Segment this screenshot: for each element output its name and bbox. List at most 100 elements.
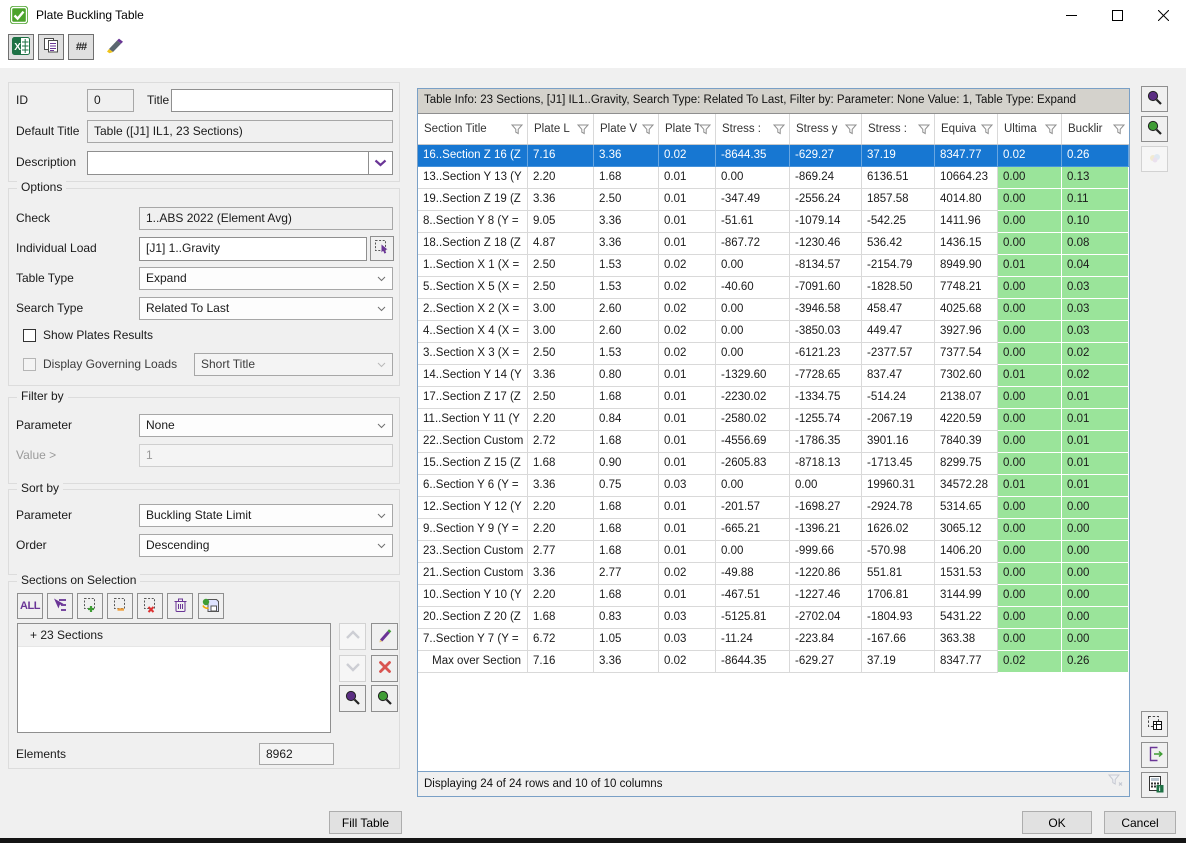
table-cell[interactable]: 22..Section Custom xyxy=(418,431,528,453)
table-cell[interactable]: 1..Section X 1 (X = xyxy=(418,255,528,277)
table-cell[interactable]: 2.20 xyxy=(528,409,594,431)
table-cell[interactable]: 0.00 xyxy=(998,519,1062,541)
table-cell[interactable]: 0.00 xyxy=(998,343,1062,365)
table-row[interactable]: 4..Section X 4 (X =3.002.600.020.00-3850… xyxy=(418,321,1129,343)
table-cell[interactable]: -514.24 xyxy=(862,387,935,409)
description-field[interactable] xyxy=(87,151,369,175)
table-cell[interactable]: 8347.77 xyxy=(935,145,998,167)
table-cell[interactable]: 0.01 xyxy=(659,365,716,387)
table-cell[interactable]: 0.00 xyxy=(998,387,1062,409)
table-cell[interactable]: 18..Section Z 18 (Z xyxy=(418,233,528,255)
table-cell[interactable]: 3927.96 xyxy=(935,321,998,343)
table-cell[interactable]: 37.19 xyxy=(862,651,935,673)
table-cell[interactable]: -1329.60 xyxy=(716,365,790,387)
table-cell[interactable]: -1804.93 xyxy=(862,607,935,629)
table-cell[interactable]: 3..Section X 3 (X = xyxy=(418,343,528,365)
table-cell[interactable]: 837.47 xyxy=(862,365,935,387)
column-header[interactable]: Plate V xyxy=(594,114,659,144)
table-cell[interactable]: -1786.35 xyxy=(790,431,862,453)
table-cell[interactable]: 2.20 xyxy=(528,585,594,607)
table-cell[interactable]: 0.00 xyxy=(998,607,1062,629)
filter-funnel-icon[interactable] xyxy=(642,124,654,135)
table-cell[interactable]: -2605.83 xyxy=(716,453,790,475)
id-field[interactable]: 0 xyxy=(87,89,134,112)
table-row[interactable]: 10..Section Y 10 (Y2.201.680.01-467.51-1… xyxy=(418,585,1129,607)
table-cell[interactable]: 5431.22 xyxy=(935,607,998,629)
table-row[interactable]: 7..Section Y 7 (Y =6.721.050.03-11.24-22… xyxy=(418,629,1129,651)
table-cell[interactable]: 12..Section Y 12 (Y xyxy=(418,497,528,519)
table-cell[interactable]: 1406.20 xyxy=(935,541,998,563)
table-cell[interactable]: -8718.13 xyxy=(790,453,862,475)
table-cell[interactable]: 21..Section Custom xyxy=(418,563,528,585)
table-cell[interactable]: 2.77 xyxy=(594,563,659,585)
table-cell[interactable]: 0.00 xyxy=(998,211,1062,233)
table-cell[interactable]: 0.02 xyxy=(659,563,716,585)
table-cell[interactable]: 0.01 xyxy=(659,497,716,519)
table-row[interactable]: 1..Section X 1 (X =2.501.530.020.00-8134… xyxy=(418,255,1129,277)
table-cell[interactable]: 0.00 xyxy=(1062,585,1129,607)
table-row[interactable]: 9..Section Y 9 (Y =2.201.680.01-665.21-1… xyxy=(418,519,1129,541)
pick-load-button[interactable] xyxy=(370,236,394,261)
table-cell[interactable]: 8..Section Y 8 (Y = xyxy=(418,211,528,233)
table-cell[interactable]: 1.53 xyxy=(594,277,659,299)
excel-export-button[interactable]: X xyxy=(8,34,34,60)
table-cell[interactable]: 0.83 xyxy=(594,607,659,629)
table-cell[interactable]: 0.00 xyxy=(998,167,1062,189)
add-to-selection-button[interactable] xyxy=(77,593,103,619)
table-cell[interactable]: 2.20 xyxy=(528,167,594,189)
ok-button[interactable]: OK xyxy=(1022,811,1092,834)
table-cell[interactable]: -2924.78 xyxy=(862,497,935,519)
show-plates-results-checkbox[interactable] xyxy=(23,329,36,342)
table-cell[interactable]: 0.01 xyxy=(1062,431,1129,453)
table-cell[interactable]: 19..Section Z 19 (Z xyxy=(418,189,528,211)
table-cell[interactable]: 2.50 xyxy=(528,277,594,299)
table-cell[interactable]: 8347.77 xyxy=(935,651,998,673)
table-cell[interactable]: -40.60 xyxy=(716,277,790,299)
table-cell[interactable]: 0.03 xyxy=(1062,299,1129,321)
table-cell[interactable]: 2.72 xyxy=(528,431,594,453)
clear-selection-button[interactable] xyxy=(137,593,163,619)
table-cell[interactable]: 2.60 xyxy=(594,299,659,321)
table-cell[interactable]: 0.02 xyxy=(659,651,716,673)
table-cell[interactable]: -542.25 xyxy=(862,211,935,233)
table-row[interactable]: 6..Section Y 6 (Y =3.360.750.030.000.001… xyxy=(418,475,1129,497)
table-cell[interactable]: 15..Section Z 15 (Z xyxy=(418,453,528,475)
select-table-region-button[interactable] xyxy=(1141,711,1168,737)
table-cell[interactable]: 0.00 xyxy=(998,453,1062,475)
table-cell[interactable]: 1.68 xyxy=(594,541,659,563)
table-row[interactable]: 11..Section Y 11 (Y2.200.840.01-2580.02-… xyxy=(418,409,1129,431)
table-cell[interactable]: -2067.19 xyxy=(862,409,935,431)
table-cell[interactable]: 3.00 xyxy=(528,299,594,321)
table-cell[interactable]: 8949.90 xyxy=(935,255,998,277)
column-header[interactable]: Bucklir xyxy=(1062,114,1129,144)
table-cell[interactable]: 0.00 xyxy=(716,475,790,497)
table-cell[interactable]: 0.03 xyxy=(659,607,716,629)
export-table-button[interactable] xyxy=(1141,742,1168,768)
table-cell[interactable]: 4014.80 xyxy=(935,189,998,211)
table-row[interactable]: 21..Section Custom3.362.770.02-49.88-122… xyxy=(418,563,1129,585)
table-cell[interactable]: -1713.45 xyxy=(862,453,935,475)
table-cell[interactable]: -1227.46 xyxy=(790,585,862,607)
table-cell[interactable]: 16..Section Z 16 (Z xyxy=(418,145,528,167)
table-cell[interactable]: -11.24 xyxy=(716,629,790,651)
table-cell[interactable]: 0.01 xyxy=(659,189,716,211)
column-header[interactable]: Stress : xyxy=(716,114,790,144)
table-cell[interactable]: 0.01 xyxy=(998,365,1062,387)
table-cell[interactable]: 0.26 xyxy=(1062,145,1129,167)
cancel-button[interactable]: Cancel xyxy=(1104,811,1176,834)
table-cell[interactable]: 1411.96 xyxy=(935,211,998,233)
table-cell[interactable]: 9..Section Y 9 (Y = xyxy=(418,519,528,541)
table-cell[interactable]: 9.05 xyxy=(528,211,594,233)
table-cell[interactable]: 0.03 xyxy=(659,475,716,497)
table-cell[interactable]: -4556.69 xyxy=(716,431,790,453)
table-row[interactable]: 16..Section Z 16 (Z7.163.360.02-8644.35-… xyxy=(418,145,1129,167)
table-cell[interactable]: -7728.65 xyxy=(790,365,862,387)
table-cell[interactable]: 4.87 xyxy=(528,233,594,255)
table-cell[interactable]: 6.72 xyxy=(528,629,594,651)
table-cell[interactable]: 0.00 xyxy=(716,343,790,365)
edit-button[interactable] xyxy=(371,623,398,650)
table-cell[interactable]: -223.84 xyxy=(790,629,862,651)
save-selection-button[interactable] xyxy=(198,593,224,619)
table-cell[interactable]: -867.72 xyxy=(716,233,790,255)
table-cell[interactable]: 0.00 xyxy=(998,497,1062,519)
